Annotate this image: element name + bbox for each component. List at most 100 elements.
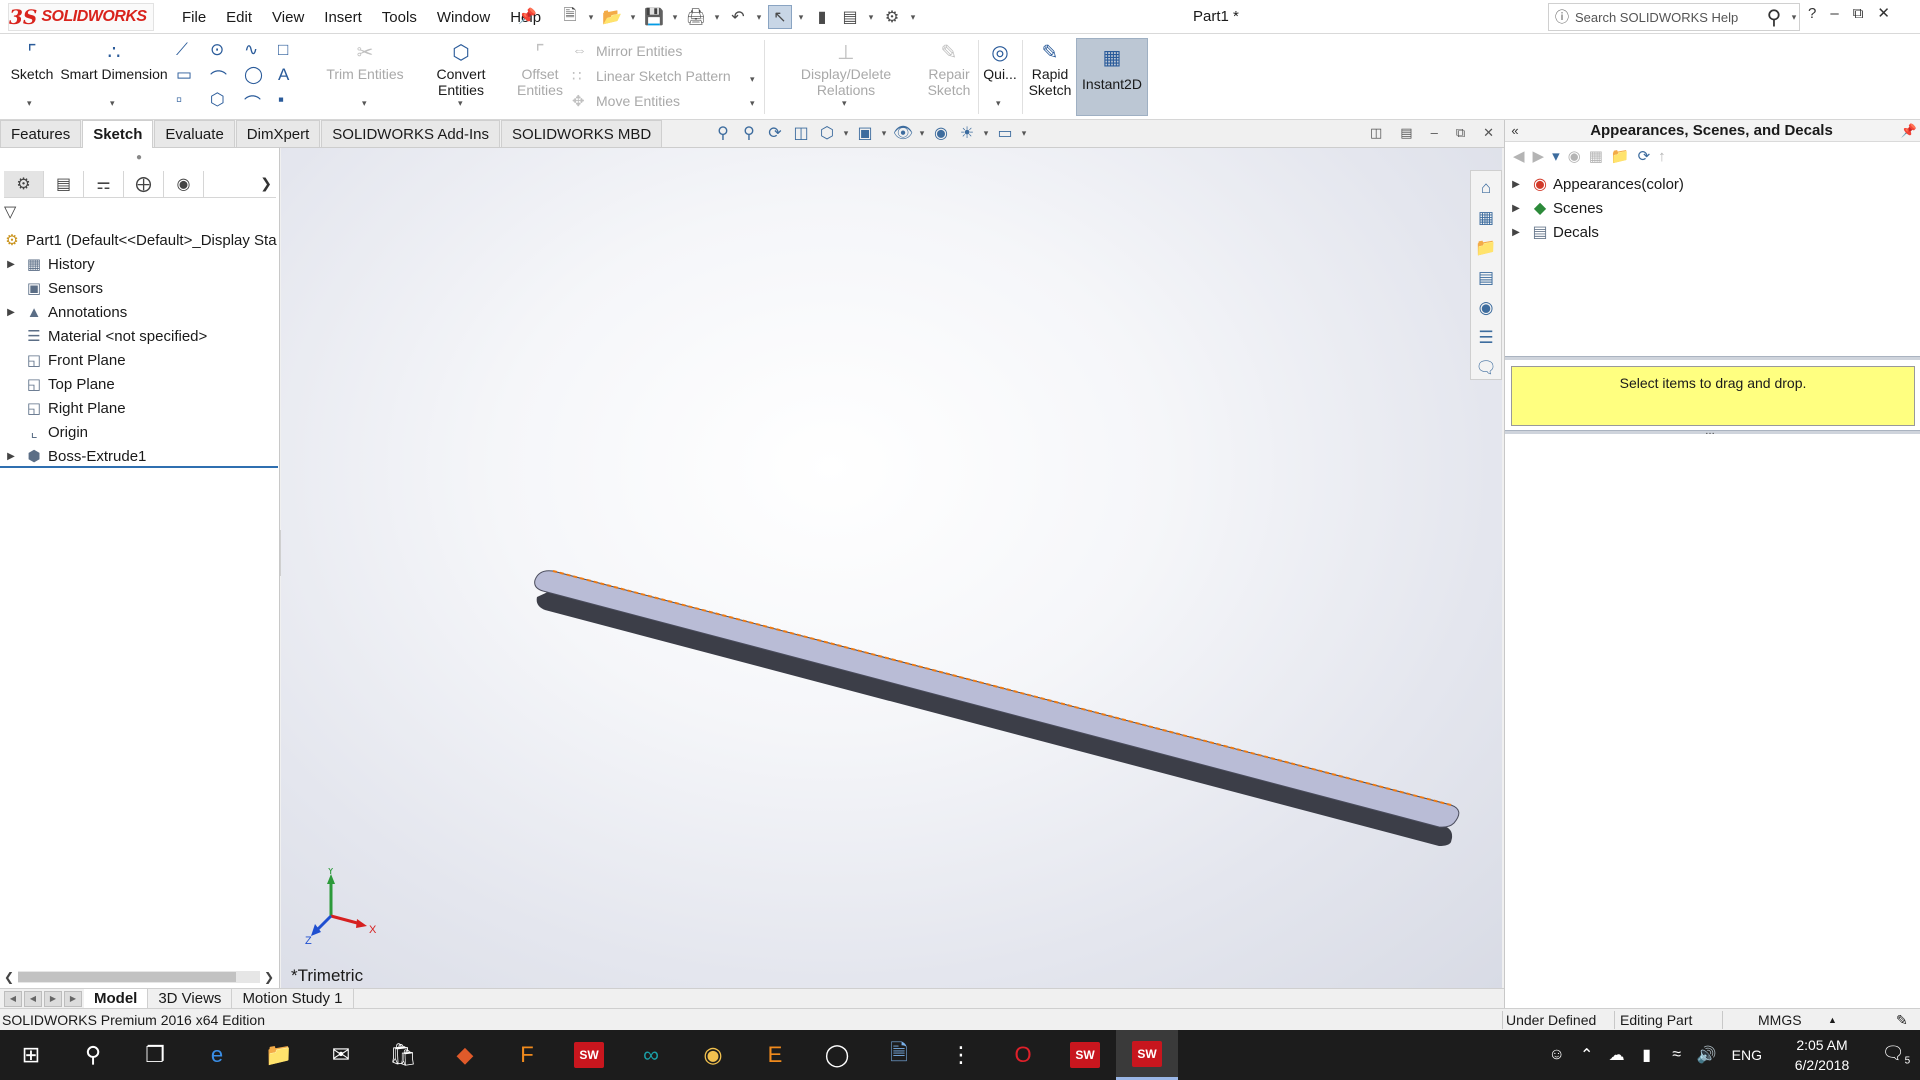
section-view-icon[interactable]: ◫ xyxy=(790,123,812,143)
close-button[interactable]: ✕ xyxy=(1877,4,1890,22)
pattern-dropdown-icon[interactable]: ▾ xyxy=(750,74,755,85)
first-tab-icon[interactable]: ◀ xyxy=(4,990,22,1007)
circle-icon[interactable]: ⊙ xyxy=(210,40,244,65)
resize-grip-icon[interactable]: … xyxy=(1705,426,1715,437)
properties-dropdown-icon[interactable]: ▾ xyxy=(866,12,876,23)
viewport-restore-icon[interactable]: ⧉ xyxy=(1456,125,1465,141)
rectangle-icon[interactable]: ▭ xyxy=(176,65,210,90)
arduino-icon[interactable]: ∞ xyxy=(620,1030,682,1080)
custom-properties-icon[interactable]: ☰ xyxy=(1478,323,1493,353)
search-icon[interactable]: ⚲ xyxy=(62,1030,124,1080)
display-style-dropdown-icon[interactable]: ▾ xyxy=(880,128,888,139)
move-entities-button[interactable]: ✥ Move Entities xyxy=(572,92,680,110)
trim-entities-button[interactable]: ✂ Trim Entities xyxy=(326,40,404,82)
viewport-tile-icon[interactable]: ◫ xyxy=(1370,125,1382,141)
rebuild-icon[interactable]: ▮ xyxy=(810,5,834,29)
onedrive-cloud-icon[interactable]: ☁ xyxy=(1602,1045,1632,1065)
last-tab-icon[interactable]: ▶ xyxy=(64,990,82,1007)
file-properties-icon[interactable]: ▤ xyxy=(838,5,862,29)
open-dropdown-icon[interactable]: ▾ xyxy=(628,12,638,23)
select-cursor-icon[interactable]: ↖ xyxy=(768,5,792,29)
save-dropdown-icon[interactable]: ▾ xyxy=(670,12,680,23)
view-orientation-dropdown-icon[interactable]: ▾ xyxy=(842,128,850,139)
graphics-area[interactable]: Y X Z *Trimetric xyxy=(281,148,1502,988)
expand-icon[interactable]: ▶ xyxy=(0,259,22,270)
filter-icon[interactable]: ▽ xyxy=(4,202,16,222)
sketch-button[interactable]: ⌜ Sketch xyxy=(10,40,54,82)
text-icon[interactable]: A xyxy=(278,65,312,90)
point-icon[interactable]: ▪ xyxy=(278,90,312,115)
spline-icon[interactable]: ∿ xyxy=(244,40,278,65)
tree-root-part[interactable]: ⚙ Part1 (Default<<Default>_Display Sta xyxy=(0,228,280,252)
add-to-library-icon[interactable]: ◉ xyxy=(1568,147,1581,165)
menu-view[interactable]: View xyxy=(262,9,314,26)
prev-tab-icon[interactable]: ◀ xyxy=(24,990,42,1007)
new-document-icon[interactable]: 🗎 xyxy=(558,5,582,29)
battery-icon[interactable]: ▮ xyxy=(1632,1045,1662,1065)
options-dropdown-icon[interactable]: ▾ xyxy=(908,12,918,23)
language-indicator[interactable]: ENG xyxy=(1722,1047,1772,1063)
menu-tools[interactable]: Tools xyxy=(372,9,427,26)
arc-icon[interactable]: ⌒ xyxy=(210,65,244,90)
app-diamond-icon[interactable]: ◆ xyxy=(434,1030,496,1080)
tp-item-appearances[interactable]: ▶ ◉ Appearances(color) xyxy=(1505,172,1920,196)
design-library-icon[interactable]: ▦ xyxy=(1478,203,1494,233)
tree-item-history[interactable]: ▶ ▦ History xyxy=(0,252,280,276)
tab-addins[interactable]: SOLIDWORKS Add-Ins xyxy=(321,120,501,147)
quick-snaps-button[interactable]: ◎ Qui... xyxy=(982,40,1018,82)
more-tabs-icon[interactable]: ❯ xyxy=(260,175,276,192)
move-dropdown-icon[interactable]: ▾ xyxy=(750,98,755,109)
repair-sketch-button[interactable]: ✎ Repair Sketch xyxy=(924,40,974,98)
tree-item-front-plane[interactable]: ◱ Front Plane xyxy=(0,348,280,372)
search-dropdown-icon[interactable]: ▾ xyxy=(1789,12,1799,23)
units-dropdown-icon[interactable]: ▲ xyxy=(1828,1015,1837,1025)
pane-divider[interactable] xyxy=(1505,356,1920,360)
tab-sketch[interactable]: Sketch xyxy=(82,120,154,148)
mirror-entities-button[interactable]: ⇔ Mirror Entities xyxy=(572,42,682,59)
previous-view-icon[interactable]: ⟳ xyxy=(764,123,786,143)
tree-horizontal-scrollbar[interactable]: ❮ ❯ xyxy=(0,968,278,986)
help-button[interactable]: ? xyxy=(1808,5,1816,22)
tree-item-top-plane[interactable]: ◱ Top Plane xyxy=(0,372,280,396)
view-settings-icon[interactable]: ▭ xyxy=(994,123,1016,143)
task-view-icon[interactable]: ❐ xyxy=(124,1030,186,1080)
tab-mbd[interactable]: SOLIDWORKS MBD xyxy=(501,120,663,147)
edit-appearance-icon[interactable]: ◉ xyxy=(930,123,952,143)
expand-icon[interactable]: ▶ xyxy=(0,307,22,318)
menu-insert[interactable]: Insert xyxy=(314,9,372,26)
save-icon[interactable]: 💾 xyxy=(642,5,666,29)
tab-3d-views[interactable]: 3D Views xyxy=(148,988,233,1009)
undo-icon[interactable]: ↶ xyxy=(726,5,750,29)
people-icon[interactable]: ☺ xyxy=(1542,1046,1572,1064)
construction-geometry-icon[interactable]: □ xyxy=(278,40,312,65)
scroll-thumb[interactable] xyxy=(18,972,236,982)
nav-dropdown-icon[interactable]: ▾ xyxy=(1552,147,1560,165)
menu-edit[interactable]: Edit xyxy=(216,9,262,26)
tree-item-annotations[interactable]: ▶ ▲ Annotations xyxy=(0,300,280,324)
undo-dropdown-icon[interactable]: ▾ xyxy=(754,12,764,23)
expand-icon[interactable]: ▶ xyxy=(1505,227,1527,238)
rapid-sketch-button[interactable]: ✎ Rapid Sketch xyxy=(1026,40,1074,98)
polygon-icon[interactable]: ⬡ xyxy=(210,90,244,115)
linear-sketch-pattern-button[interactable]: ∷ Linear Sketch Pattern xyxy=(572,67,731,85)
options-gear-icon[interactable]: ⚙ xyxy=(880,5,904,29)
tab-evaluate[interactable]: Evaluate xyxy=(154,120,235,147)
scroll-track[interactable] xyxy=(18,971,260,983)
slot-icon[interactable]: ▫ xyxy=(176,90,210,115)
wifi-icon[interactable]: ≈ xyxy=(1662,1046,1692,1064)
up-icon[interactable]: ↑ xyxy=(1658,148,1666,165)
quick-snaps-dropdown-icon[interactable]: ▾ xyxy=(996,98,1001,109)
action-center-icon[interactable]: 🗨5 xyxy=(1872,1043,1920,1067)
configuration-manager-tab-icon[interactable]: ⚎ xyxy=(84,170,124,197)
rollback-bar[interactable] xyxy=(0,466,278,468)
tab-motion-study[interactable]: Motion Study 1 xyxy=(232,988,354,1009)
solidworks-2016-app[interactable]: SW xyxy=(558,1030,620,1080)
tree-item-material[interactable]: ☰ Material <not specified> xyxy=(0,324,280,348)
solidworks-2017-app[interactable]: SW xyxy=(1054,1030,1116,1080)
show-hidden-icons-icon[interactable]: ⌃ xyxy=(1572,1045,1602,1065)
hide-show-items-icon[interactable]: 👁 xyxy=(892,123,914,143)
open-folder-icon[interactable]: 📂 xyxy=(600,5,624,29)
dimxpert-manager-tab-icon[interactable]: ⨁ xyxy=(124,170,164,197)
collapse-icon[interactable]: « xyxy=(1505,123,1525,138)
relations-dropdown-icon[interactable]: ▾ xyxy=(842,98,847,109)
